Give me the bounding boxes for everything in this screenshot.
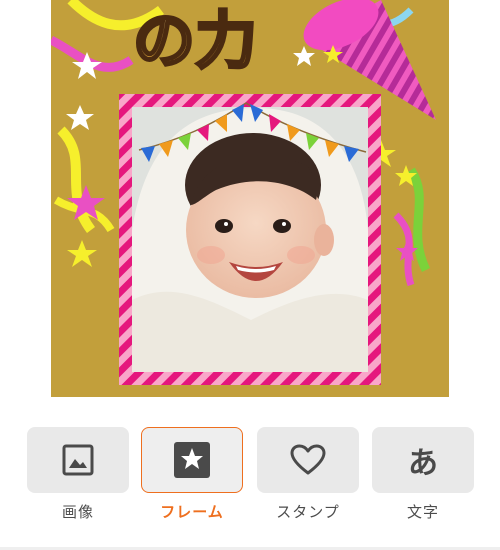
- edit-toolbar: 画像 フレーム スタンプ あ 文字: [0, 427, 500, 527]
- text-tool-button[interactable]: あ: [372, 427, 474, 493]
- text-tool-label: 文字: [406, 503, 439, 521]
- canvas-title: の力: [133, 4, 257, 77]
- frame-tool-button[interactable]: [141, 427, 243, 493]
- image-icon: [62, 444, 94, 476]
- image-tool-button[interactable]: [27, 427, 129, 493]
- heart-icon: [290, 444, 326, 475]
- frame-star-icon: [174, 442, 210, 478]
- image-tool-label: 画像: [61, 503, 94, 521]
- frame-artwork: の力: [51, 0, 436, 385]
- frame-tool-label: フレーム: [160, 503, 224, 521]
- stamp-tool-button[interactable]: [257, 427, 359, 493]
- photo-frame-canvas[interactable]: の力: [51, 0, 449, 397]
- text-a-icon: あ: [408, 446, 438, 481]
- stamp-tool-label: スタンプ: [276, 503, 340, 521]
